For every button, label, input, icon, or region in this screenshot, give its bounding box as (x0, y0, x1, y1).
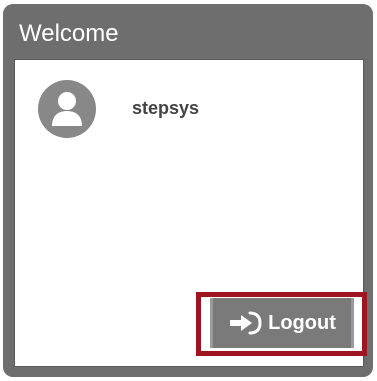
panel-title: Welcome (19, 20, 119, 47)
logout-label: Logout (268, 311, 336, 334)
logout-button[interactable]: Logout (210, 298, 354, 348)
user-avatar-icon (38, 80, 96, 138)
username: stepsys (132, 98, 200, 118)
sign-in-arrow-icon (228, 310, 262, 336)
